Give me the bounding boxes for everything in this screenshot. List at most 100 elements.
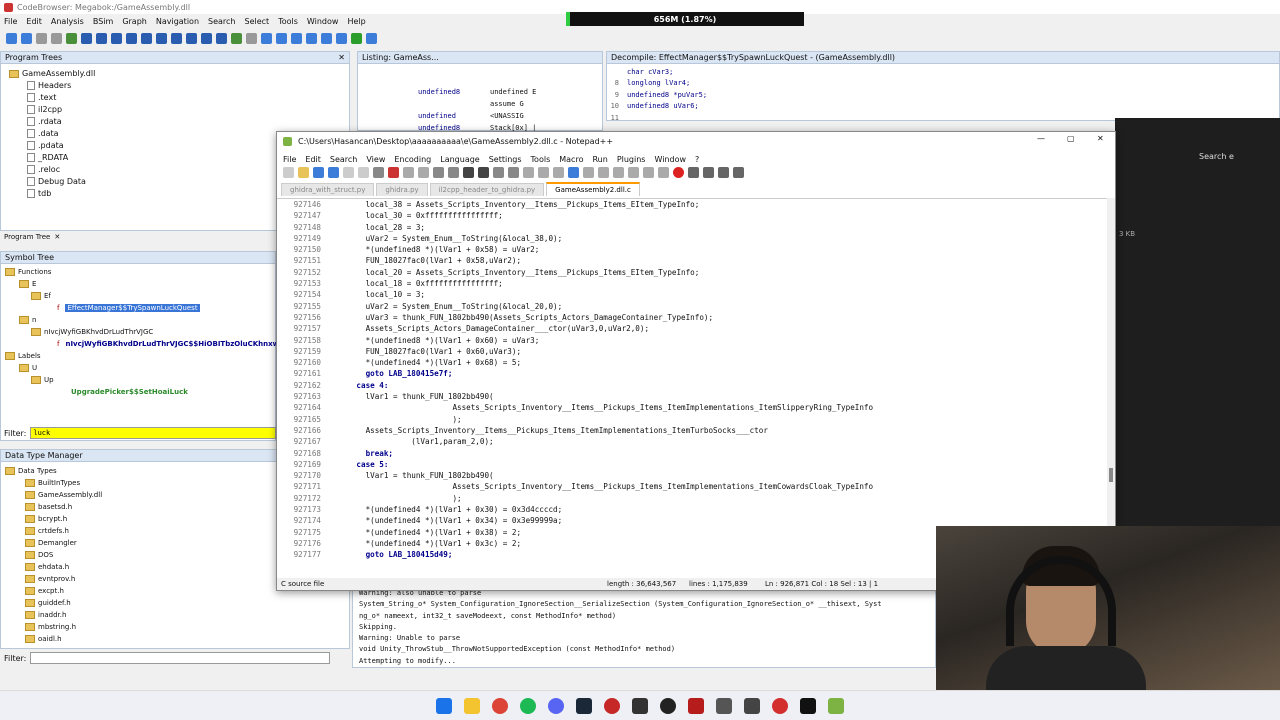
chrome-icon[interactable] <box>492 697 508 714</box>
tool-icon-14[interactable] <box>231 32 242 44</box>
tree-selected-function[interactable]: f EffectManager$$TrySpawnLuckQuest <box>5 302 275 314</box>
file-explorer-icon[interactable] <box>464 697 480 714</box>
tree-functions[interactable]: Functions <box>5 266 275 278</box>
discord-icon[interactable] <box>548 697 564 714</box>
print-icon[interactable] <box>373 167 384 178</box>
tool-icon-20[interactable] <box>321 32 332 44</box>
menu-item-navigation[interactable]: Navigation <box>156 17 199 26</box>
start-icon[interactable] <box>436 697 452 714</box>
run-icon[interactable] <box>351 32 362 44</box>
npp-tab[interactable]: ghidra.py <box>376 182 428 196</box>
program-tree-item[interactable]: .rdata <box>27 116 349 128</box>
save-icon[interactable] <box>313 167 324 178</box>
open-file-icon[interactable] <box>298 167 309 178</box>
sync-h-icon[interactable] <box>538 167 549 178</box>
menu-item-tools[interactable]: Tools <box>278 17 298 26</box>
menu-item-window[interactable]: Window <box>307 17 339 26</box>
program-tree-tab[interactable]: Program Tree ✕ <box>4 231 60 243</box>
cut-icon[interactable] <box>388 167 399 178</box>
tool-icon-16[interactable] <box>261 32 272 44</box>
undo-icon[interactable] <box>433 167 444 178</box>
notepadpp-icon[interactable] <box>828 697 844 714</box>
app-icon-black[interactable] <box>800 697 816 714</box>
program-tree-item[interactable]: .text <box>27 92 349 104</box>
tool-icon-7[interactable] <box>126 32 137 44</box>
tool-icon-4[interactable] <box>81 32 92 44</box>
dtm-item[interactable]: inaddr.h <box>25 609 349 621</box>
npp-menu-item[interactable]: ? <box>695 155 699 164</box>
tool-icon-13[interactable] <box>216 32 227 44</box>
all-chars-icon[interactable] <box>568 167 579 178</box>
tree-e[interactable]: E <box>5 278 275 290</box>
sync-v-icon[interactable] <box>523 167 534 178</box>
doc-map-icon[interactable] <box>613 167 624 178</box>
npp-tab[interactable]: GameAssembly2.dll.c <box>546 182 640 196</box>
symbol-filter-input[interactable] <box>30 427 276 439</box>
wrap-icon[interactable] <box>553 167 564 178</box>
steam-icon[interactable] <box>576 697 592 714</box>
npp-editor[interactable]: 927146 local_38 = Assets_Scripts_Invento… <box>277 198 1107 570</box>
udl-icon[interactable] <box>598 167 609 178</box>
tool-icon-15[interactable] <box>246 32 257 44</box>
memory-bar[interactable]: 656M (1.87%) <box>566 12 804 26</box>
npp-menu-item[interactable]: Run <box>592 155 607 164</box>
tool-icon-21[interactable] <box>336 32 347 44</box>
npp-menu-item[interactable]: Search <box>330 155 357 164</box>
folder-workspace-icon[interactable] <box>643 167 654 178</box>
npp-menu-item[interactable]: File <box>283 155 296 164</box>
redo-icon[interactable] <box>448 167 459 178</box>
program-tree-item[interactable]: il2cpp <box>27 104 349 116</box>
tree-u[interactable]: U <box>5 362 275 374</box>
npp-menu-item[interactable]: Window <box>654 155 686 164</box>
tool-icon-2[interactable] <box>51 32 62 44</box>
npp-tab[interactable]: ghidra_with_struct.py <box>281 182 375 196</box>
github-icon[interactable] <box>660 697 676 714</box>
close-all-icon[interactable] <box>358 167 369 178</box>
spotify-icon[interactable] <box>520 697 536 714</box>
tool-icon-9[interactable] <box>156 32 167 44</box>
back-icon[interactable] <box>6 32 17 44</box>
tool-icon-22[interactable] <box>366 32 377 44</box>
zoom-out-icon[interactable] <box>508 167 519 178</box>
menu-item-file[interactable]: File <box>4 17 17 26</box>
dtm-item[interactable]: mbstring.h <box>25 621 349 633</box>
forward-icon[interactable] <box>21 32 32 44</box>
menu-item-analysis[interactable]: Analysis <box>51 17 84 26</box>
terminal-icon[interactable] <box>744 697 760 714</box>
minimize-button[interactable]: — <box>1037 134 1045 143</box>
app-icon-gray[interactable] <box>716 697 732 714</box>
tree-up[interactable]: Up <box>5 374 275 386</box>
close-button[interactable]: ✕ <box>1097 134 1104 143</box>
tool-icon-3[interactable] <box>66 32 77 44</box>
npp-menu-item[interactable]: Encoding <box>394 155 431 164</box>
play-multi-icon[interactable] <box>718 167 729 178</box>
menu-item-select[interactable]: Select <box>245 17 270 26</box>
menu-item-edit[interactable]: Edit <box>26 17 42 26</box>
tool-icon-19[interactable] <box>306 32 317 44</box>
tree-n[interactable]: n <box>5 314 275 326</box>
tool-icon-18[interactable] <box>291 32 302 44</box>
save-all-icon[interactable] <box>328 167 339 178</box>
npp-menu-item[interactable]: Settings <box>489 155 522 164</box>
tool-icon-8[interactable] <box>141 32 152 44</box>
dtm-filter-input[interactable] <box>30 652 331 664</box>
tool-icon-5[interactable] <box>96 32 107 44</box>
app-icon-red[interactable] <box>604 697 620 714</box>
close-icon[interactable]: ✕ <box>54 233 60 241</box>
tree-ef[interactable]: Ef <box>5 290 275 302</box>
npp-menu-item[interactable]: Language <box>440 155 479 164</box>
tool-icon-10[interactable] <box>171 32 182 44</box>
app-icon-dark[interactable] <box>632 697 648 714</box>
npp-menu-item[interactable]: Macro <box>559 155 583 164</box>
npp-vscroll-thumb[interactable] <box>1109 468 1113 482</box>
new-file-icon[interactable] <box>283 167 294 178</box>
app-icon-red2[interactable] <box>772 697 788 714</box>
program-tree-root[interactable]: GameAssembly.dll <box>9 68 349 80</box>
tool-icon-6[interactable] <box>111 32 122 44</box>
npp-menu-item[interactable]: Edit <box>305 155 321 164</box>
paste-icon[interactable] <box>418 167 429 178</box>
close-icon[interactable]: ✕ <box>338 52 345 64</box>
copy-icon[interactable] <box>403 167 414 178</box>
tree-labels[interactable]: Labels <box>5 350 275 362</box>
find-icon[interactable] <box>463 167 474 178</box>
